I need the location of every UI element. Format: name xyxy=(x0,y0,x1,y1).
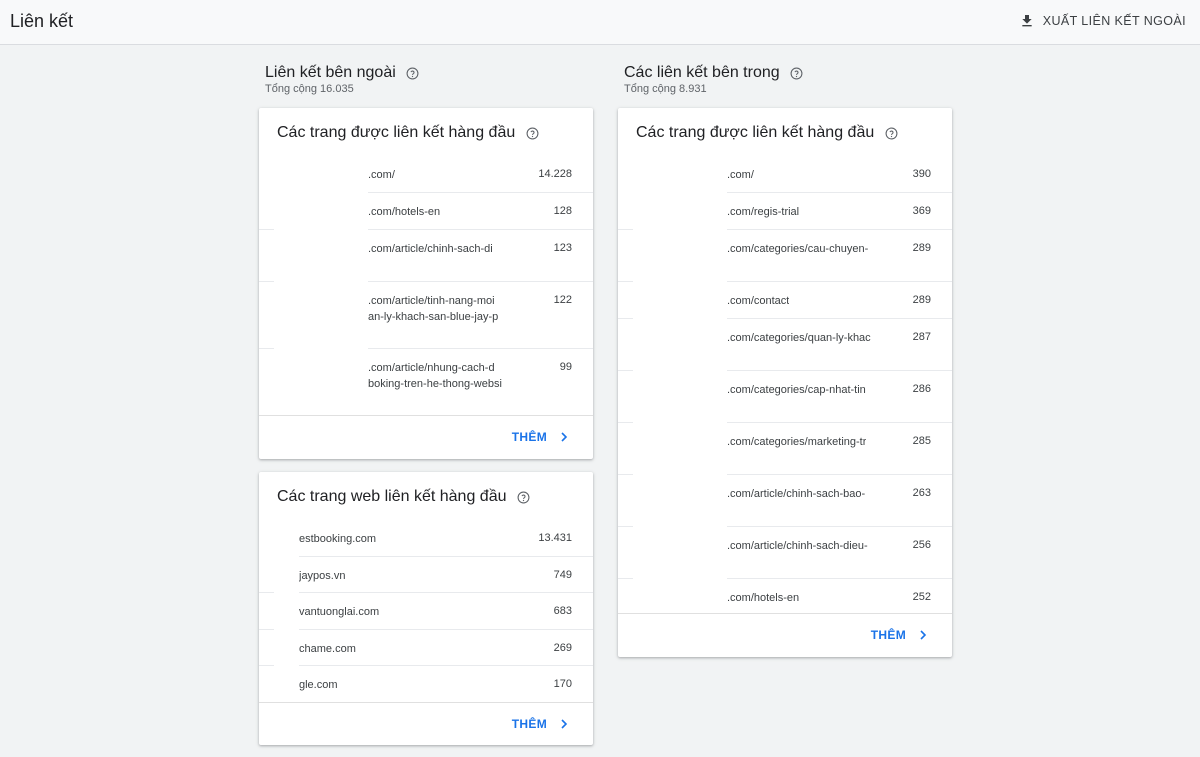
link-count: 286 xyxy=(912,383,931,395)
page-url: .com/hotels-en xyxy=(368,206,441,218)
link-count: 749 xyxy=(553,569,572,581)
table-row[interactable]: vantuonglai.com 683 xyxy=(259,593,593,630)
page-url: .com/categories/cap-nhat-tin xyxy=(727,384,866,396)
card-title: Các trang web liên kết hàng đầu xyxy=(277,488,507,505)
link-count: 128 xyxy=(553,205,572,217)
table-row[interactable]: .com/article/chinh-sach-dieu- 256 xyxy=(618,527,952,579)
site-domain: vantuonglai.com xyxy=(299,606,380,618)
more-button-label: THÊM xyxy=(511,717,547,731)
table-row[interactable]: estbooking.com 13.431 xyxy=(259,520,593,557)
table-row[interactable]: .com/article/tinh-nang-moi an-ly-khach-s… xyxy=(259,282,593,349)
page-url: .com/article/tinh-nang-moi an-ly-khach-s… xyxy=(368,295,499,323)
more-button-label: THÊM xyxy=(511,430,547,444)
card-title: Các trang được liên kết hàng đầu xyxy=(636,124,875,141)
internal-links-total: Tổng cộng 8.931 xyxy=(624,83,707,95)
page-url: .com/categories/quan-ly-khac xyxy=(727,332,871,344)
export-button-label: XUẤT LIÊN KẾT NGOÀI xyxy=(1042,14,1186,28)
table-row[interactable]: .com/ 390 xyxy=(618,156,952,193)
site-domain: estbooking.com xyxy=(299,533,377,545)
external-links-total: Tổng cộng 16.035 xyxy=(265,83,354,95)
table-row[interactable]: jaypos.vn 749 xyxy=(259,557,593,593)
table-row[interactable]: gle.com 170 xyxy=(259,666,593,702)
link-count: 263 xyxy=(912,487,931,499)
site-domain: gle.com xyxy=(299,679,338,691)
link-count: 390 xyxy=(912,168,931,180)
site-domain: chame.com xyxy=(299,643,356,655)
link-count: 289 xyxy=(912,242,931,254)
page-url: .com/ xyxy=(727,169,754,181)
table-row[interactable]: .com/categories/marketing-tr 285 xyxy=(618,423,952,475)
help-icon[interactable] xyxy=(526,127,539,140)
external-top-linked-pages-card: Các trang được liên kết hàng đầu .com/ 1… xyxy=(259,108,593,459)
table-row[interactable]: .com/hotels-en 252 xyxy=(618,579,952,615)
site-domain: jaypos.vn xyxy=(299,570,346,582)
link-count: 256 xyxy=(912,539,931,551)
more-button-label: THÊM xyxy=(870,628,906,642)
table-row[interactable]: .com/hotels-en 128 xyxy=(259,193,593,230)
table-row[interactable]: .com/contact 289 xyxy=(618,282,952,319)
link-count: 99 xyxy=(559,361,572,373)
table-row[interactable]: .com/categories/cau-chuyen- 289 xyxy=(618,230,952,282)
internal-links-title: Các liên kết bên trong xyxy=(624,64,780,81)
table-row[interactable]: .com/article/nhung-cach-d boking-tren-he… xyxy=(259,349,593,416)
link-count: 122 xyxy=(553,294,572,306)
table-row[interactable]: chame.com 269 xyxy=(259,630,593,666)
table-row[interactable]: .com/ 14.228 xyxy=(259,156,593,193)
external-links-header: Liên kết bên ngoài Tổng cộng 16.035 xyxy=(265,64,419,95)
help-icon[interactable] xyxy=(517,491,530,504)
link-count: 683 xyxy=(553,605,572,617)
link-count: 289 xyxy=(912,294,931,306)
chevron-right-icon xyxy=(561,719,568,729)
page-url: .com/article/chinh-sach-di xyxy=(368,243,493,255)
table-row[interactable]: .com/regis-trial 369 xyxy=(618,193,952,230)
external-links-title: Liên kết bên ngoài xyxy=(265,64,396,81)
link-count: 287 xyxy=(912,331,931,343)
top-bar: Liên kết XUẤT LIÊN KẾT NGOÀI xyxy=(0,0,1200,45)
chevron-right-icon xyxy=(561,432,568,442)
table-row[interactable]: .com/categories/quan-ly-khac 287 xyxy=(618,319,952,371)
help-icon[interactable] xyxy=(885,127,898,140)
link-count: 269 xyxy=(553,642,572,654)
external-top-linking-sites-card: Các trang web liên kết hàng đầu estbooki… xyxy=(259,472,593,745)
link-count: 170 xyxy=(553,678,572,690)
link-count: 123 xyxy=(553,242,572,254)
page-url: .com/contact xyxy=(727,295,790,307)
export-external-links-button[interactable]: XUẤT LIÊN KẾT NGOÀI xyxy=(1019,10,1186,32)
internal-links-header: Các liên kết bên trong Tổng cộng 8.931 xyxy=(624,64,803,95)
page-url: .com/article/chinh-sach-bao- xyxy=(727,488,866,500)
more-button[interactable]: THÊM xyxy=(512,717,569,731)
table-row[interactable]: .com/article/chinh-sach-bao- 263 xyxy=(618,475,952,527)
link-count: 13.431 xyxy=(538,532,572,544)
page-url: .com/ xyxy=(368,169,395,181)
link-count: 369 xyxy=(912,205,931,217)
more-button[interactable]: THÊM xyxy=(512,430,569,444)
help-icon[interactable] xyxy=(790,67,803,80)
more-button[interactable]: THÊM xyxy=(871,628,928,642)
table-row[interactable]: .com/article/chinh-sach-di 123 xyxy=(259,230,593,282)
chevron-right-icon xyxy=(920,630,927,640)
link-count: 14.228 xyxy=(538,168,572,180)
page-url: .com/categories/cau-chuyen- xyxy=(727,243,869,255)
page-title: Liên kết xyxy=(10,11,74,31)
page-url: .com/article/nhung-cach-d boking-tren-he… xyxy=(368,362,502,390)
table-row[interactable]: .com/categories/cap-nhat-tin 286 xyxy=(618,371,952,423)
page-url: .com/hotels-en xyxy=(727,592,800,604)
internal-top-linked-pages-card: Các trang được liên kết hàng đầu .com/ 3… xyxy=(618,108,952,657)
download-icon xyxy=(1022,15,1032,27)
page-url: .com/categories/marketing-tr xyxy=(727,436,867,448)
link-count: 285 xyxy=(912,435,931,447)
help-icon[interactable] xyxy=(406,67,419,80)
link-count: 252 xyxy=(912,591,931,603)
card-title: Các trang được liên kết hàng đầu xyxy=(277,124,516,141)
page-url: .com/article/chinh-sach-dieu- xyxy=(727,540,868,552)
page-url: .com/regis-trial xyxy=(727,206,800,218)
